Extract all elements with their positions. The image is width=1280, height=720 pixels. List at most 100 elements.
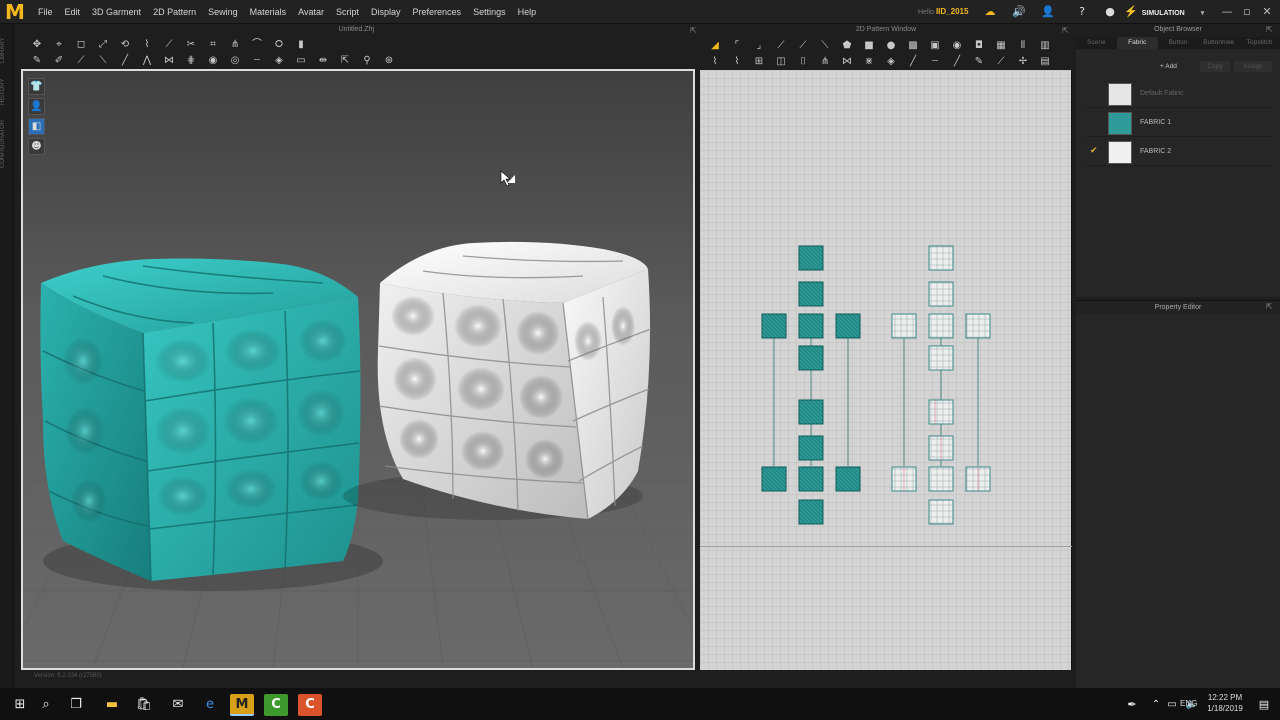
property-editor-expand-icon[interactable]: ⇱ [1266,302,1273,311]
trace-icon[interactable]: ▦ [990,39,1012,53]
brush-icon[interactable]: ⌗ [202,38,224,52]
transform-icon[interactable]: ⌖ [48,38,70,52]
task-view-icon[interactable]: ❐ [64,694,88,716]
user-icon[interactable]: 👤 [1040,4,1056,20]
3d-viewport[interactable] [21,69,695,670]
copy-fabric-button[interactable]: Copy [1200,61,1230,72]
pleat-fold-icon[interactable]: ⌷ [792,55,814,69]
stitch-icon[interactable]: ╱ [902,55,924,69]
add-point-icon[interactable]: ⟋ [770,39,792,53]
tape-icon[interactable]: ⟍ [92,54,114,68]
language-indicator[interactable]: ENG [1180,699,1197,708]
box-select-icon[interactable]: ◻ [70,38,92,52]
ruler-icon[interactable]: ▮ [290,38,312,52]
maximize-button[interactable]: ▫ [1238,3,1256,21]
pin-icon[interactable]: ⌇ [136,38,158,52]
arrange-icon[interactable]: ⇹ [312,54,334,68]
free-sewing-icon[interactable]: ⌇ [726,55,748,69]
dart-icon[interactable]: ◘ [968,39,990,53]
record-icon[interactable]: ● [1102,4,1118,20]
tab-library[interactable]: LIBRARY [0,30,14,70]
windows-start-icon[interactable]: ⊞ [8,694,32,716]
strap-icon[interactable]: ⋔ [224,38,246,52]
expand-icon[interactable]: ⇱ [690,26,697,35]
trim-icon[interactable]: ▭ [290,54,312,68]
internal-rect-icon[interactable]: ▣ [924,39,946,53]
pen-tool-icon[interactable]: ✎ [968,55,990,69]
fabric-item[interactable]: ✔ FABRIC 2 [1086,138,1272,166]
trim-tool-icon[interactable]: ⟋ [990,55,1012,69]
internal-circle-icon[interactable]: ◉ [946,39,968,53]
pen-tray-icon[interactable]: ✒ [1120,694,1144,716]
edit-point-icon[interactable]: ⌜ [726,39,748,53]
shirt-icon[interactable]: ⚲ [356,54,378,68]
fold-arrange-icon[interactable]: ⦀ [1012,39,1034,53]
tab-history[interactable]: HISTORY [0,72,14,112]
zipper-tool-icon[interactable]: ⋔ [814,55,836,69]
rectangle-icon[interactable]: ■ [858,39,880,53]
texture-icon[interactable]: ⊛ [378,54,400,68]
tack-icon[interactable]: ✂ [180,38,202,52]
topstitch-icon[interactable]: ┄ [246,54,268,68]
tab-topstitch[interactable]: Topstitch [1239,37,1280,49]
layout-icon[interactable]: ▥ [1034,39,1056,53]
gather-icon[interactable]: ⋈ [158,54,180,68]
scale-icon[interactable]: ⤢ [92,38,114,52]
ellipse-icon[interactable]: ● [880,39,902,53]
zipper-icon[interactable]: ⋕ [180,54,202,68]
tab-buttonhole[interactable]: Buttonhole [1198,37,1239,49]
fabric-item[interactable]: FABRIC 1 [1086,109,1272,137]
tab-configurator[interactable]: CONFIGURATOR [0,114,14,174]
gathering-icon[interactable]: ⋈ [836,55,858,69]
menu-sewing[interactable]: Sewing [202,0,244,24]
fabric-swatch[interactable] [1108,83,1132,106]
view-cube-icon[interactable]: ◧ [28,118,45,135]
puckering-icon[interactable]: ✐ [48,54,70,68]
menu-file[interactable]: File [32,0,59,24]
edit-curve-icon[interactable]: ⌟ [748,39,770,53]
menu-3d-garment[interactable]: 3D Garment [86,0,147,24]
tab-button[interactable]: Button [1158,37,1199,49]
marvelous-designer-icon[interactable]: M [230,694,254,716]
button-icon[interactable]: ◉ [202,54,224,68]
graphic-icon[interactable]: ◈ [268,54,290,68]
fit-icon[interactable]: ⇱ [334,54,356,68]
fabric-swatch[interactable] [1108,112,1132,135]
2d-pattern-canvas[interactable] [700,70,1072,670]
menu-edit[interactable]: Edit [59,0,87,24]
fabric-item[interactable]: Default Fabric [1086,80,1272,108]
select-move-icon[interactable]: ✥ [26,38,48,52]
segment-sewing-icon[interactable]: ⌇ [704,55,726,69]
fabric-swatch[interactable] [1108,141,1132,164]
polygon-icon[interactable]: ⬟ [836,39,858,53]
edit-sewing-icon[interactable]: ⊞ [748,55,770,69]
seam-icon[interactable]: ⟋ [70,54,92,68]
add-fabric-button[interactable]: + Add [1160,61,1194,72]
cloud-icon[interactable]: ☁ [982,4,998,20]
line-icon[interactable]: ╱ [114,54,136,68]
help-icon[interactable]: ? [1074,4,1090,20]
fold-icon[interactable]: ⟲ [114,38,136,52]
avatar-measure-icon[interactable]: ⌒ [246,38,268,52]
tab-scene[interactable]: Scene [1076,37,1117,49]
speaker-icon[interactable]: 🔊 [1011,4,1027,20]
menu-preferences[interactable]: Preferences [407,0,468,24]
internal-polygon-icon[interactable]: ▩ [902,39,924,53]
curve-point-icon[interactable]: ⟋ [792,39,814,53]
pleat-icon[interactable]: ⋀ [136,54,158,68]
buttonhole-icon[interactable]: ◎ [224,54,246,68]
user-account[interactable]: Hello IID_2015 [918,3,970,21]
garment-display-icon[interactable]: 👕 [28,78,45,95]
menu-avatar[interactable]: Avatar [292,0,330,24]
avatar-visibility-icon[interactable]: ☻ [28,138,45,155]
menu-settings[interactable]: Settings [467,0,512,24]
annotation-icon[interactable]: ▤ [1034,55,1056,69]
object-browser-expand-icon[interactable]: ⇱ [1266,25,1273,34]
clock[interactable]: 12:22 PM 1/18/2019 [1198,692,1252,714]
camtasia-recorder-icon[interactable]: C [298,694,322,716]
simulation-button[interactable]: ⚡ SIMULATION ▾ [1124,3,1214,21]
tape-tool-icon[interactable]: ┄ [924,55,946,69]
mail-icon[interactable]: ✉ [166,694,190,716]
pattern-expand-icon[interactable]: ⇱ [1062,26,1069,35]
file-explorer-icon[interactable]: ▬ [100,694,124,716]
